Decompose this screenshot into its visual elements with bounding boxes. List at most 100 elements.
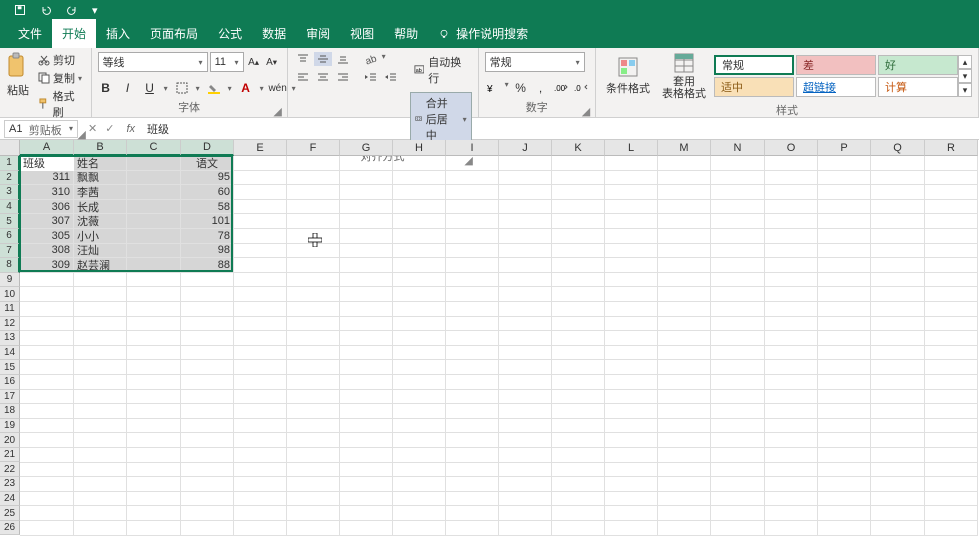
cell[interactable] <box>340 463 393 478</box>
col-header-G[interactable]: G <box>340 140 393 156</box>
cell[interactable]: 小小 <box>74 229 127 244</box>
cell[interactable] <box>20 287 74 302</box>
cell[interactable] <box>818 214 871 229</box>
cell[interactable] <box>499 171 552 186</box>
paste-icon[interactable] <box>6 52 30 80</box>
cell[interactable] <box>711 419 765 434</box>
cell[interactable] <box>499 273 552 288</box>
cell[interactable] <box>871 200 925 215</box>
tab-help[interactable]: 帮助 <box>384 19 428 48</box>
cell[interactable] <box>658 448 711 463</box>
cell[interactable] <box>340 331 393 346</box>
cell[interactable] <box>127 156 181 171</box>
cell[interactable] <box>446 317 499 332</box>
cell[interactable] <box>818 506 871 521</box>
cell[interactable] <box>499 346 552 361</box>
cell[interactable] <box>552 273 605 288</box>
cell[interactable] <box>765 521 818 536</box>
cell[interactable] <box>127 171 181 186</box>
cell[interactable] <box>181 477 234 492</box>
cell[interactable] <box>658 331 711 346</box>
cell[interactable] <box>287 200 340 215</box>
cell[interactable] <box>393 463 446 478</box>
cell[interactable] <box>181 521 234 536</box>
cell[interactable] <box>393 346 446 361</box>
cell[interactable] <box>74 390 127 405</box>
format-as-table-button[interactable]: 套用 表格格式 <box>658 52 710 100</box>
cell[interactable] <box>74 360 127 375</box>
cell[interactable] <box>552 185 605 200</box>
cell[interactable] <box>711 258 765 273</box>
font-launcher-icon[interactable]: ◢ <box>273 105 283 115</box>
cell[interactable] <box>765 214 818 229</box>
style-calculation[interactable]: 计算 <box>878 77 958 97</box>
cell[interactable] <box>340 346 393 361</box>
cell[interactable] <box>20 360 74 375</box>
cell[interactable] <box>287 302 340 317</box>
cell[interactable] <box>658 404 711 419</box>
cell[interactable] <box>127 258 181 273</box>
cell[interactable] <box>234 317 287 332</box>
cell[interactable] <box>393 375 446 390</box>
cell[interactable] <box>446 477 499 492</box>
row-header-20[interactable]: 20 <box>0 433 20 448</box>
cell[interactable] <box>605 185 658 200</box>
cell[interactable] <box>552 477 605 492</box>
cell[interactable] <box>658 244 711 259</box>
cell[interactable] <box>658 317 711 332</box>
cell[interactable] <box>127 404 181 419</box>
cell[interactable] <box>818 287 871 302</box>
cell[interactable] <box>765 317 818 332</box>
cell[interactable] <box>605 492 658 507</box>
cell[interactable] <box>552 360 605 375</box>
cell[interactable] <box>499 244 552 259</box>
cell[interactable] <box>499 317 552 332</box>
cell[interactable]: 311 <box>20 171 74 186</box>
cell[interactable] <box>74 521 127 536</box>
cell[interactable] <box>925 433 978 448</box>
cell[interactable] <box>658 433 711 448</box>
cell[interactable] <box>765 258 818 273</box>
cell[interactable] <box>818 346 871 361</box>
cell[interactable] <box>552 463 605 478</box>
cell[interactable] <box>287 463 340 478</box>
enter-icon[interactable]: ✓ <box>105 122 114 135</box>
bold-button[interactable]: B <box>98 80 114 96</box>
col-header-M[interactable]: M <box>658 140 711 156</box>
cell[interactable] <box>552 244 605 259</box>
cell[interactable] <box>711 346 765 361</box>
cell[interactable] <box>925 463 978 478</box>
undo-icon[interactable] <box>40 4 52 16</box>
cell[interactable] <box>393 214 446 229</box>
cell[interactable] <box>818 492 871 507</box>
cell[interactable] <box>446 419 499 434</box>
cell[interactable] <box>658 171 711 186</box>
cell[interactable] <box>499 287 552 302</box>
cell[interactable] <box>925 331 978 346</box>
cell[interactable] <box>499 229 552 244</box>
cell[interactable] <box>287 171 340 186</box>
style-bad[interactable]: 差 <box>796 55 876 75</box>
cell[interactable] <box>127 229 181 244</box>
cell[interactable] <box>605 244 658 259</box>
row-header-6[interactable]: 6 <box>0 229 20 244</box>
cell[interactable] <box>925 360 978 375</box>
accounting-format-icon[interactable]: ¥ <box>485 80 501 96</box>
cell[interactable] <box>340 360 393 375</box>
cell[interactable] <box>871 171 925 186</box>
cell[interactable] <box>340 404 393 419</box>
cell[interactable] <box>74 433 127 448</box>
cell[interactable] <box>446 448 499 463</box>
cell[interactable] <box>446 171 499 186</box>
cell[interactable] <box>711 331 765 346</box>
cell[interactable] <box>925 156 978 171</box>
cell[interactable] <box>393 258 446 273</box>
cell[interactable] <box>499 156 552 171</box>
cell[interactable] <box>871 360 925 375</box>
cell[interactable] <box>605 463 658 478</box>
cell[interactable] <box>20 433 74 448</box>
cell[interactable] <box>711 360 765 375</box>
cell[interactable] <box>181 360 234 375</box>
row-header-16[interactable]: 16 <box>0 375 20 390</box>
cell[interactable] <box>287 156 340 171</box>
